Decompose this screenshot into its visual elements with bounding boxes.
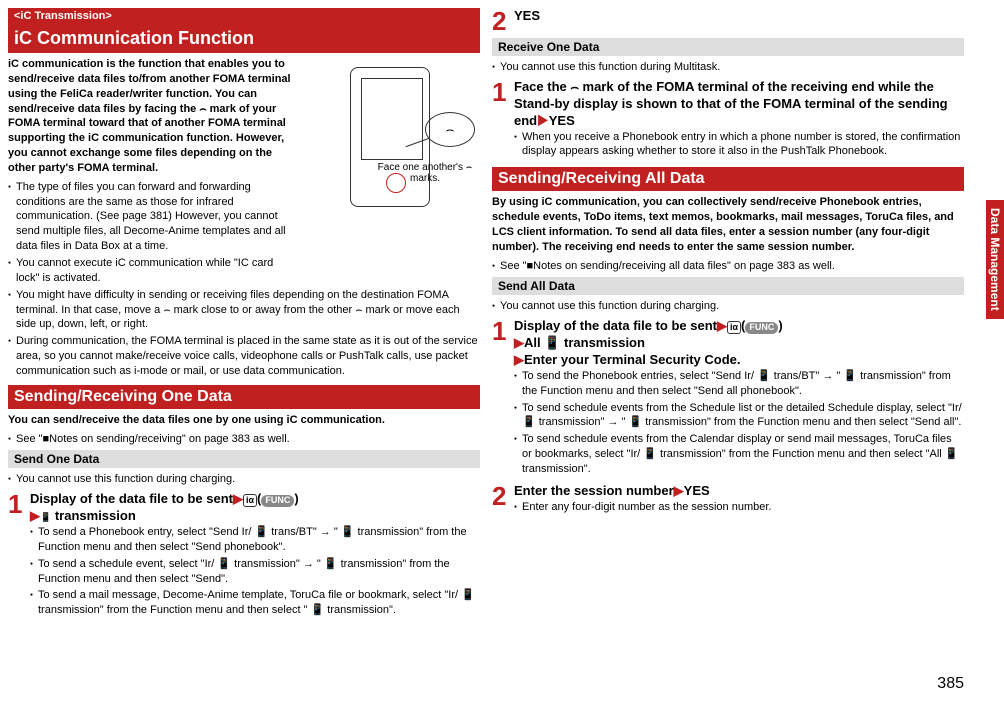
send-all-step-2-title: Enter the session number▶YES [514,483,964,500]
arrow-icon: ▶ [717,318,727,333]
main-title: iC Communication Function [8,24,480,53]
receive-step-bullets: When you receive a Phonebook entry in wh… [514,130,964,160]
precondition-s: You cannot use this function during char… [492,299,964,314]
send-all-line3: Enter your Terminal Security Code. [524,352,740,367]
note-item: See "■Notes on sending/receiving all dat… [492,259,964,274]
bullet-item: You might have difficulty in sending or … [8,288,480,333]
note-item: See "■Notes on sending/receiving" on pag… [8,432,480,447]
step-bullet: To send schedule events from the Schedul… [514,401,964,431]
receive-one-header: Receive One Data [492,38,964,56]
send-all-line2: All 📱 transmission [524,335,645,350]
bullet-item: The type of files you can forward and fo… [8,180,480,254]
yes-label: YES [684,483,710,498]
send-all-header: Send All Data [492,277,964,295]
felica-mark-callout: ⌢ [425,112,475,147]
section-one-data: Sending/Receiving One Data [8,385,480,409]
step-1: 1 Display of the data file to be sent▶iα… [8,491,480,620]
step-number-1: 1 [8,491,30,620]
page-number: 385 [937,675,964,693]
precondition-item: You cannot use this function during char… [492,299,964,314]
step-bullet: Enter any four-digit number as the sessi… [514,500,964,515]
session-number-label: Enter the session number [514,483,674,498]
step-bullet: To send the Phonebook entries, select "S… [514,369,964,399]
bullet-item: You cannot execute iC communication whil… [8,256,480,286]
step-1-title: Display of the data file to be sent▶iα(F… [30,491,480,525]
step-number-1: 1 [492,318,514,479]
arrow-icon: ▶ [233,491,243,506]
left-column: <iC Transmission> iC Communication Funct… [8,8,480,652]
arrow-icon: ▶ [537,113,549,128]
feature-bullets: The type of files you can forward and fo… [8,180,480,379]
step-1-bullets: To send a Phonebook entry, select "Send … [30,525,480,618]
right-column: 2 YES Receive One Data You cannot use th… [492,8,964,652]
ic-icon: 📱 [40,512,51,524]
send-all-step-1-title: Display of the data file to be sent▶iα(F… [514,318,964,369]
precondition: You cannot use this function during char… [8,472,480,487]
step-bullet: To send a Phonebook entry, select "Send … [30,525,480,555]
receive-step-1: 1 Face the ⌢ mark of the FOMA terminal o… [492,79,964,161]
receive-step-1-title: Face the ⌢ mark of the FOMA terminal of … [514,79,964,130]
send-all-line1: Display of the data file to be sent [514,318,717,333]
step-2-title: YES [514,8,964,25]
precondition-r: You cannot use this function during Mult… [492,60,964,75]
yes-label: YES [549,113,575,128]
precondition-item: You cannot use this function during char… [8,472,480,487]
precondition-item: You cannot use this function during Mult… [492,60,964,75]
arrow-icon: ▶ [674,483,684,498]
step-bullet: To send a mail message, Decome-Anime tem… [30,588,480,618]
step-1-label2: transmission [55,508,136,523]
arrow-icon: ▶ [30,508,40,523]
step-bullet: When you receive a Phonebook entry in wh… [514,130,964,160]
i-alpha-icon: iα [243,494,257,507]
send-all-step-bullets: To send the Phonebook entries, select "S… [514,369,964,477]
step-bullet: To send schedule events from the Calenda… [514,432,964,477]
step-number-2: 2 [492,483,514,517]
arrow-icon: ▶ [514,352,524,367]
note-bullets: See "■Notes on sending/receiving" on pag… [8,432,480,447]
section-all-data: Sending/Receiving All Data [492,167,964,191]
bullet-item: During communication, the FOMA terminal … [8,334,480,379]
step-1-label: Display of the data file to be sent [30,491,233,506]
i-alpha-icon: iα [727,321,741,334]
transmission-tag: <iC Transmission> [8,8,480,24]
arrow-icon: ▶ [514,335,524,350]
step-number-1: 1 [492,79,514,161]
send-one-header: Send One Data [8,450,480,468]
func-button-icon: FUNC [261,495,294,507]
receive-step-text: Face the ⌢ mark of the FOMA terminal of … [514,79,948,128]
side-tab: Data Management [986,200,1004,319]
send-all-step-2-bullets: Enter any four-digit number as the sessi… [514,500,964,515]
send-all-step-2: 2 Enter the session number▶YES Enter any… [492,483,964,517]
all-data-note: See "■Notes on sending/receiving all dat… [492,259,964,274]
send-all-step-1: 1 Display of the data file to be sent▶iα… [492,318,964,479]
step-number-2: 2 [492,8,514,34]
step-bullet: To send a schedule event, select "Ir/ 📱 … [30,557,480,587]
func-button-icon: FUNC [745,322,778,334]
section-intro: You can send/receive the data files one … [8,413,480,428]
all-data-intro: By using iC communication, you can colle… [492,195,964,254]
